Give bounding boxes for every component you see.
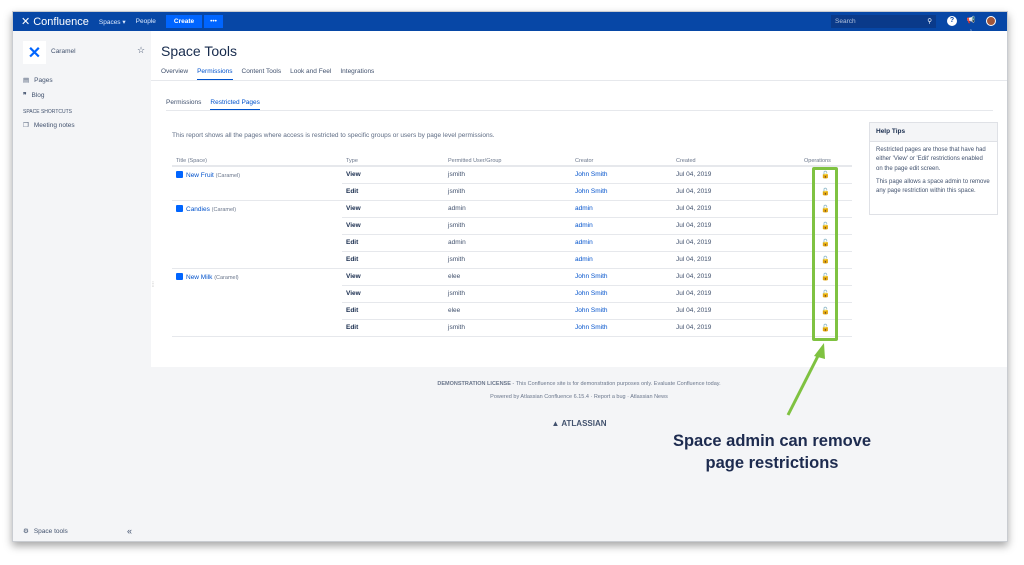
annotation-callout: Space admin can remove page restrictions	[640, 430, 904, 474]
annotation-line: page restrictions	[705, 454, 839, 472]
annotation-line: Space admin can remove	[672, 432, 872, 450]
